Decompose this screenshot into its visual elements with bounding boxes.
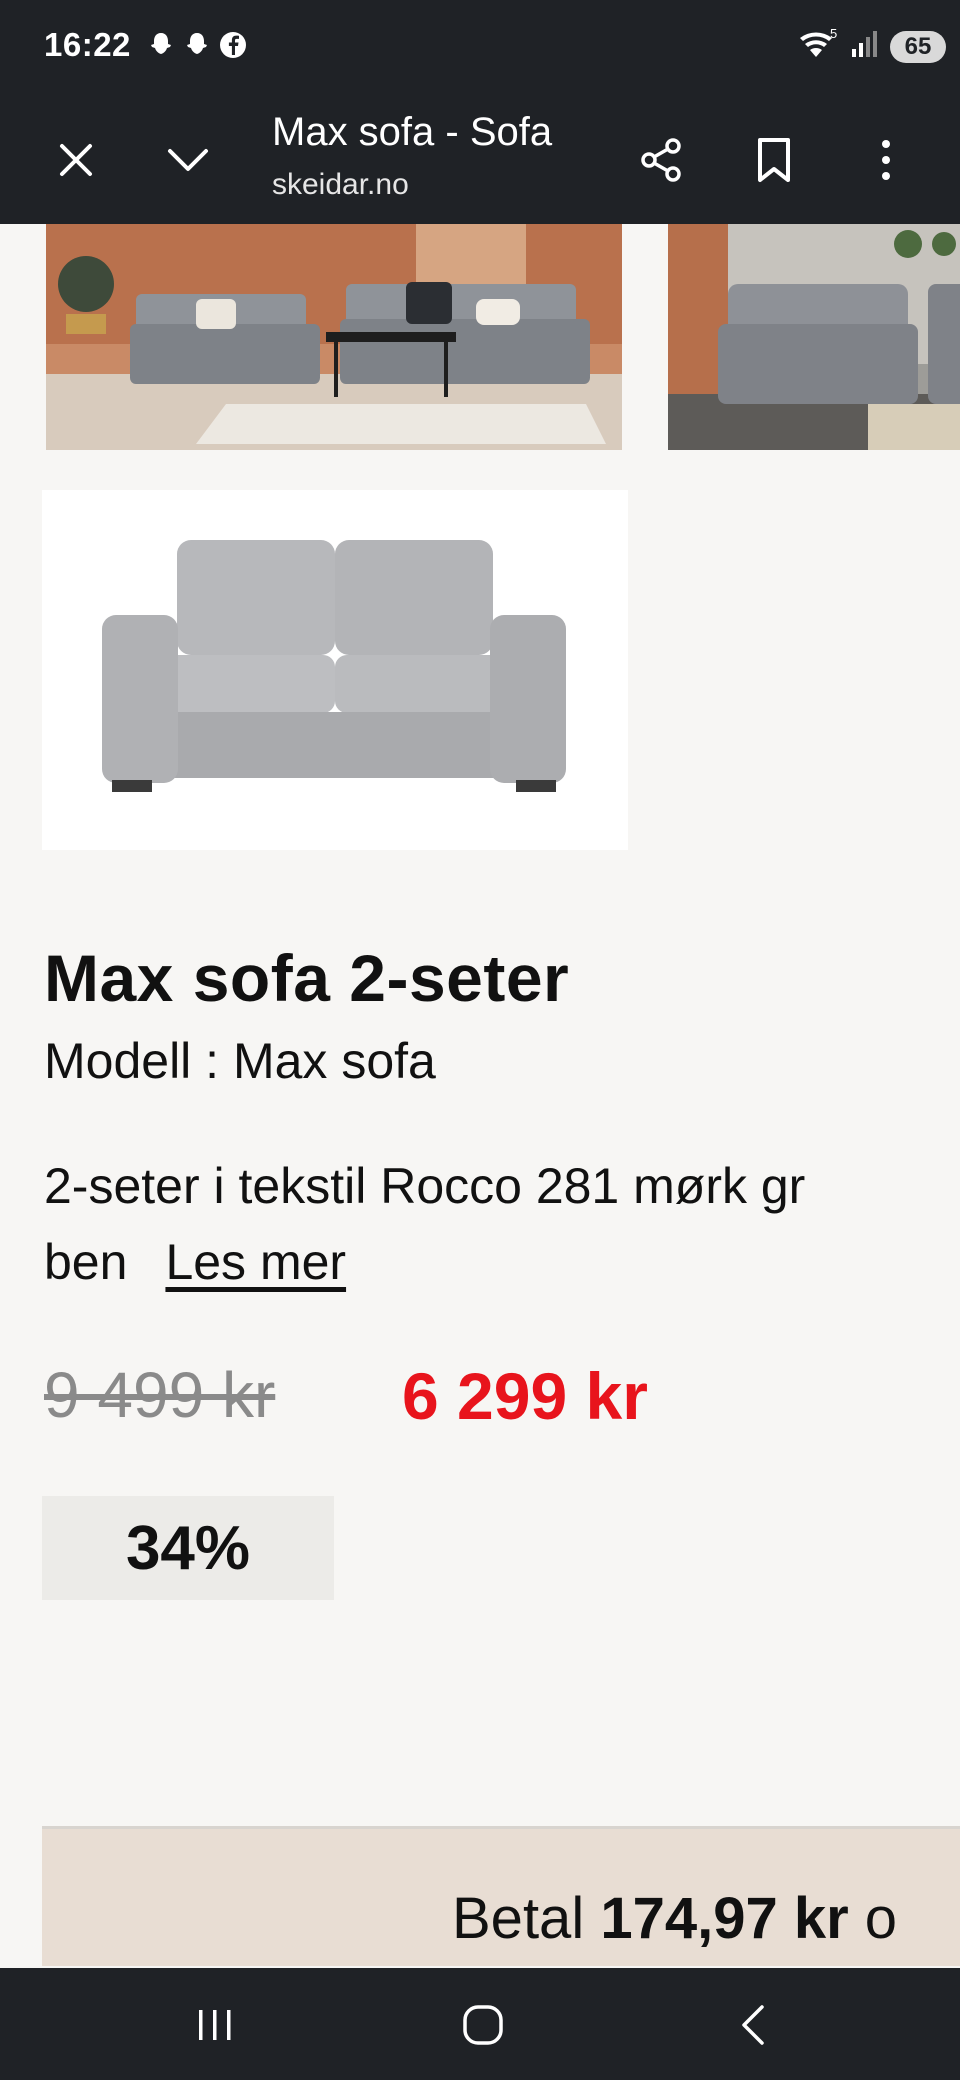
gallery-image-sofa-side[interactable] (668, 224, 960, 450)
home-button[interactable] (438, 1990, 528, 2060)
read-more-link[interactable]: Les mer (165, 1234, 346, 1290)
status-bar: 16:22 5 65 (0, 0, 960, 96)
payment-text: Betal 174,97 kr o (452, 1885, 897, 1952)
product-image[interactable] (42, 490, 628, 850)
signal-icon (850, 29, 880, 64)
home-icon (463, 2005, 503, 2045)
share-icon (641, 138, 681, 182)
description-line-2: ben (44, 1234, 128, 1290)
page-title: Max sofa - Sofa (272, 110, 553, 154)
image-gallery[interactable] (0, 224, 960, 454)
payment-banner[interactable]: Betal 174,97 kr o (42, 1826, 960, 1966)
share-button[interactable] (624, 122, 700, 198)
wifi-icon: 5 (796, 26, 840, 67)
close-icon (60, 144, 92, 176)
product-description: 2-seter i tekstil Rocco 281 mørk gr ben L… (44, 1148, 960, 1300)
recents-icon (199, 2010, 231, 2040)
notification-icons (146, 30, 248, 60)
original-price: 9 499 kr (44, 1359, 276, 1431)
close-button[interactable] (38, 122, 114, 198)
back-icon (742, 2005, 764, 2045)
system-nav-bar (0, 1968, 960, 2080)
product-title: Max sofa 2-seter (44, 941, 570, 1015)
payment-amount: 174,97 kr (600, 1886, 849, 1951)
page-url: skeidar.no (272, 168, 409, 201)
facebook-icon (218, 30, 248, 60)
status-time: 16:22 (44, 26, 131, 63)
description-line-1: 2-seter i tekstil Rocco 281 mørk gr (44, 1158, 806, 1214)
recents-button[interactable] (170, 1990, 260, 2060)
more-vert-icon (882, 140, 890, 180)
gallery-image-living-room[interactable] (46, 224, 622, 450)
sale-price: 6 299 kr (402, 1359, 648, 1433)
svg-text:5: 5 (830, 26, 837, 41)
chevron-down-icon (168, 149, 208, 171)
bookmark-icon (758, 138, 790, 182)
payment-suffix: o (864, 1886, 898, 1951)
discount-badge: 34% (42, 1496, 334, 1600)
bookmark-button[interactable] (736, 122, 812, 198)
product-model: Modell : Max sofa (44, 1033, 436, 1089)
snapchat-icon (182, 30, 212, 60)
more-options-button[interactable] (848, 122, 924, 198)
payment-prefix: Betal (452, 1886, 585, 1951)
browser-toolbar: Max sofa - Sofa skeidar.no (0, 96, 960, 224)
system-icons: 5 65 (796, 26, 946, 67)
collapse-button[interactable] (150, 122, 226, 198)
back-button[interactable] (708, 1990, 798, 2060)
battery-indicator: 65 (890, 30, 946, 63)
snapchat-icon (146, 30, 176, 60)
